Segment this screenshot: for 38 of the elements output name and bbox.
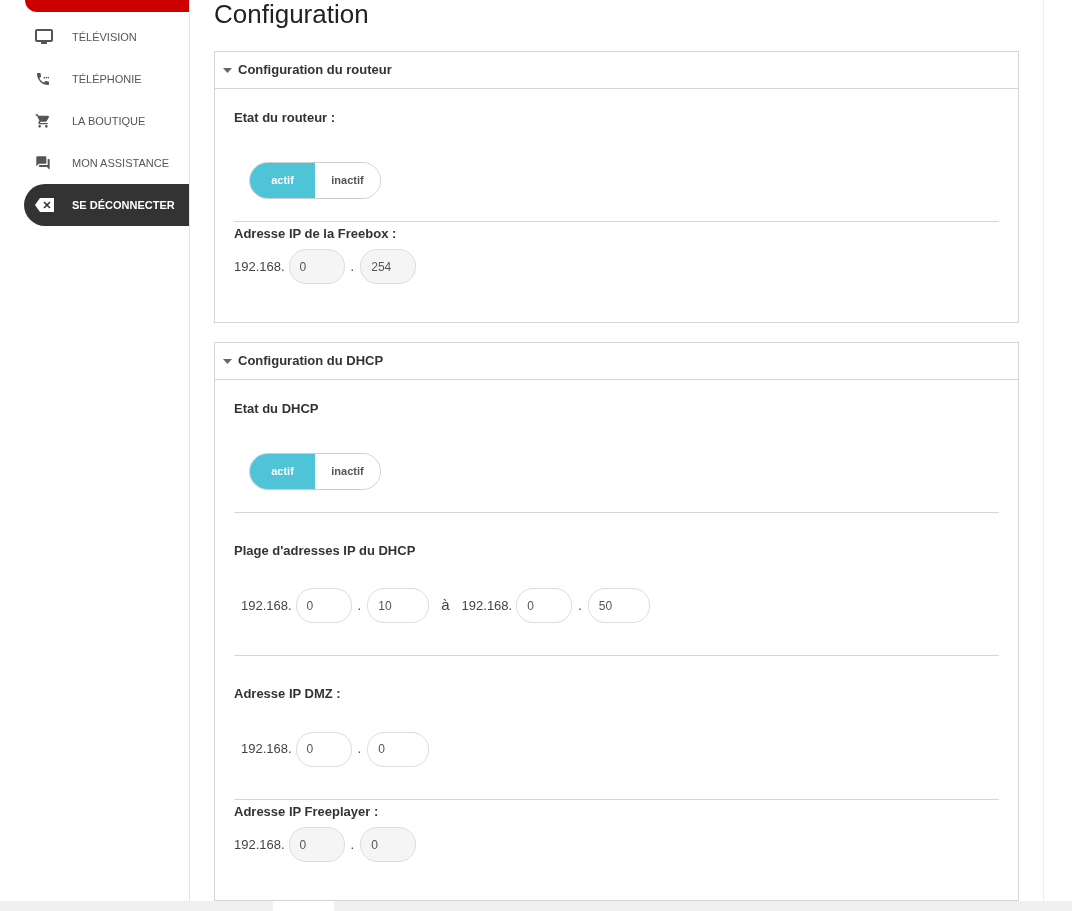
ip-prefix: 192.168. (241, 740, 292, 759)
ip-octet-field[interactable]: 0 (516, 588, 573, 623)
ip-dot: . (357, 740, 362, 759)
ip-octet-field[interactable]: 0 (295, 731, 352, 767)
field-label: Adresse IP Freeplayer : (234, 802, 380, 821)
field-label: Etat du routeur : (234, 109, 337, 127)
ip-octet-field[interactable]: 0 (367, 731, 430, 767)
field-label: Adresse IP de la Freebox : (234, 224, 398, 243)
tv-icon (35, 29, 53, 45)
ip-prefix: 192.168. (461, 596, 513, 615)
backspace-icon (35, 198, 55, 212)
ip-dot: . (578, 596, 582, 615)
sidebar-item[interactable]: LA BOUTIQUE (24, 100, 189, 142)
field-label: Plage d'adresses IP du DHCP (234, 541, 417, 560)
field-label: Adresse IP DMZ : (234, 685, 342, 703)
ip-prefix: 192.168. (234, 257, 285, 276)
ip-prefix: 192.168. (241, 596, 292, 615)
horizontal-scrollbar[interactable] (0, 901, 1072, 911)
page-title: Configuration (214, 0, 370, 28)
sidebar-item[interactable]: TÉLÉPHONIE (24, 58, 189, 100)
field-label: Etat du DHCP (234, 400, 320, 418)
sidebar-item[interactable]: MON ASSISTANCE (24, 142, 189, 184)
cart-icon (35, 113, 51, 129)
phone-icon (35, 71, 51, 87)
ip-prefix: 192.168. (234, 835, 285, 854)
ip-octet-field[interactable]: 10 (367, 588, 430, 623)
ip-octet-field[interactable]: 0 (295, 588, 352, 623)
ip-dot: . (350, 835, 355, 854)
panel-header[interactable]: Configuration du routeur (215, 52, 1018, 89)
chat-icon (35, 155, 51, 171)
sidebar-item[interactable]: TÉLÉVISION (24, 16, 189, 58)
panel-header[interactable]: Configuration du DHCP (215, 343, 1018, 380)
sidebar-item[interactable]: SE DÉCONNECTER (24, 184, 189, 226)
menu-tab[interactable] (25, 0, 189, 12)
range-separator: à (441, 595, 450, 616)
ip-dot: . (357, 596, 362, 615)
ip-octet-field[interactable]: 50 (587, 588, 650, 623)
ip-dot: . (350, 257, 355, 276)
